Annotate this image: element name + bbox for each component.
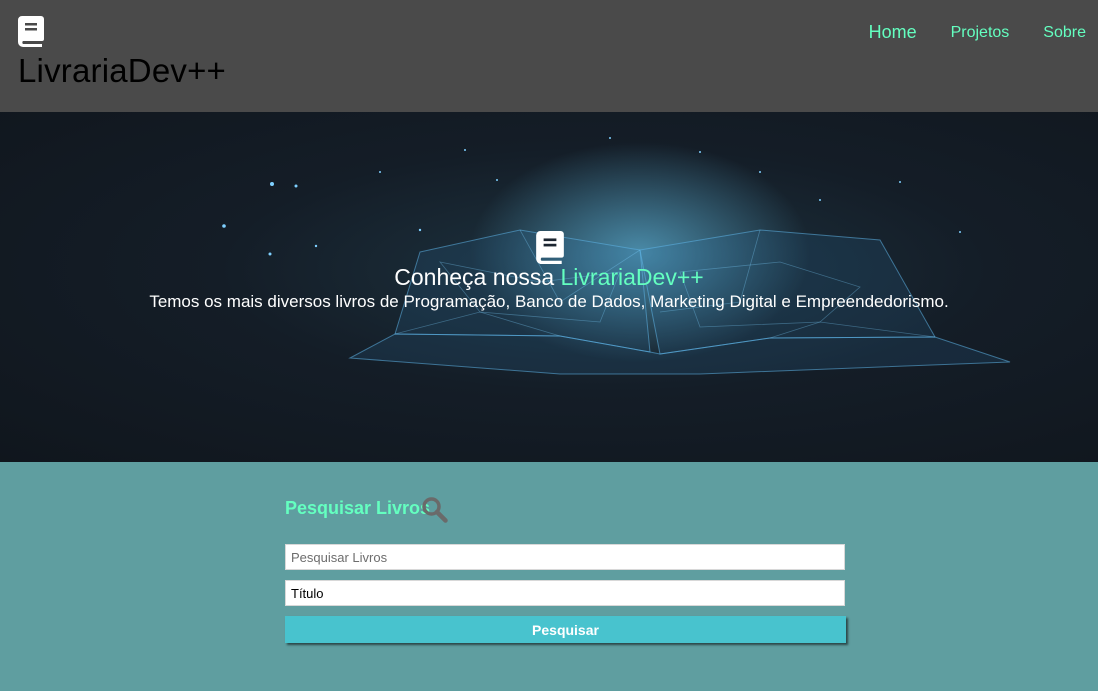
book-icon <box>536 231 564 264</box>
hero-title-accent: LivrariaDev++ <box>560 264 704 290</box>
search-icon <box>422 497 448 523</box>
nav-home[interactable]: Home <box>869 22 917 43</box>
search-input[interactable] <box>285 544 845 570</box>
brand-title[interactable]: LivrariaDev++ <box>18 52 226 90</box>
nav-sobre[interactable]: Sobre <box>1043 24 1086 42</box>
search-section: Pesquisar Livros Pesquisar <box>0 462 1098 691</box>
search-heading: Pesquisar Livros <box>285 498 431 518</box>
hero-banner: Conheça nossa LivrariaDev++ Temos os mai… <box>0 112 1098 462</box>
hero-subtitle: Temos os mais diversos livros de Program… <box>149 292 949 311</box>
nav-projetos[interactable]: Projetos <box>951 24 1010 42</box>
book-icon <box>18 16 44 47</box>
hero-title: Conheça nossa LivrariaDev++ <box>0 264 1098 291</box>
site-header: LivrariaDev++ Home Projetos Sobre <box>0 0 1098 112</box>
hero-title-prefix: Conheça nossa <box>394 264 561 290</box>
search-button[interactable]: Pesquisar <box>285 616 846 643</box>
search-type-field[interactable] <box>285 580 845 606</box>
main-nav: Home Projetos Sobre <box>835 22 1086 43</box>
